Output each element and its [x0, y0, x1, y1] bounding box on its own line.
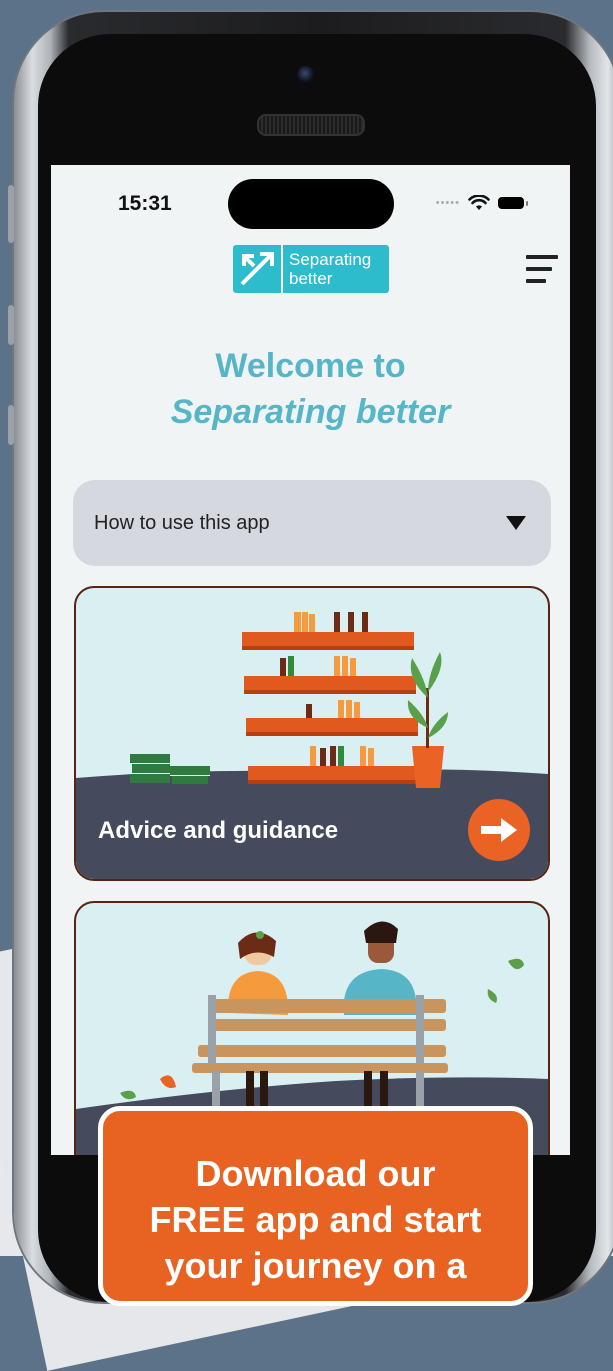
dynamic-island [228, 179, 394, 229]
app-screen: 15:31 ••••• Separating better Welcome to… [51, 165, 570, 1155]
status-icons: ••••• [435, 195, 528, 211]
caret-down-icon [506, 516, 526, 530]
front-camera [297, 66, 315, 84]
cta-line-3: your journey on a [164, 1245, 467, 1286]
app-logo[interactable]: Separating better [233, 245, 389, 293]
phone-side-button [8, 405, 14, 445]
hamburger-menu-icon[interactable] [526, 255, 558, 287]
download-app-banner[interactable]: Download our FREE app and start your jou… [98, 1106, 533, 1306]
card-title: Advice and guidance [98, 817, 339, 844]
earpiece-speaker [257, 114, 365, 136]
how-to-use-dropdown[interactable]: How to use this app [73, 480, 551, 566]
welcome-heading-line-1: Welcome to [215, 347, 406, 385]
battery-icon [498, 197, 528, 209]
welcome-heading-line-2: Separating better [170, 393, 451, 431]
logo-line-2: better [289, 269, 333, 288]
wifi-icon [468, 195, 490, 210]
cta-line-2: FREE app and start [149, 1199, 482, 1240]
arrow-right-icon[interactable] [468, 799, 530, 861]
phone-side-button [8, 305, 14, 345]
logo-line-1: Separating [289, 250, 372, 269]
advice-and-guidance-card[interactable]: Advice and guidance [74, 586, 550, 881]
cta-line-1: Download our [195, 1153, 436, 1194]
phone-side-button [8, 185, 14, 243]
signal-dots-icon: ••••• [435, 197, 460, 209]
dropdown-label: How to use this app [94, 511, 270, 534]
status-time: 15:31 [118, 192, 172, 215]
logo-text: Separating better [283, 250, 371, 288]
logo-arrows-icon [233, 245, 283, 293]
